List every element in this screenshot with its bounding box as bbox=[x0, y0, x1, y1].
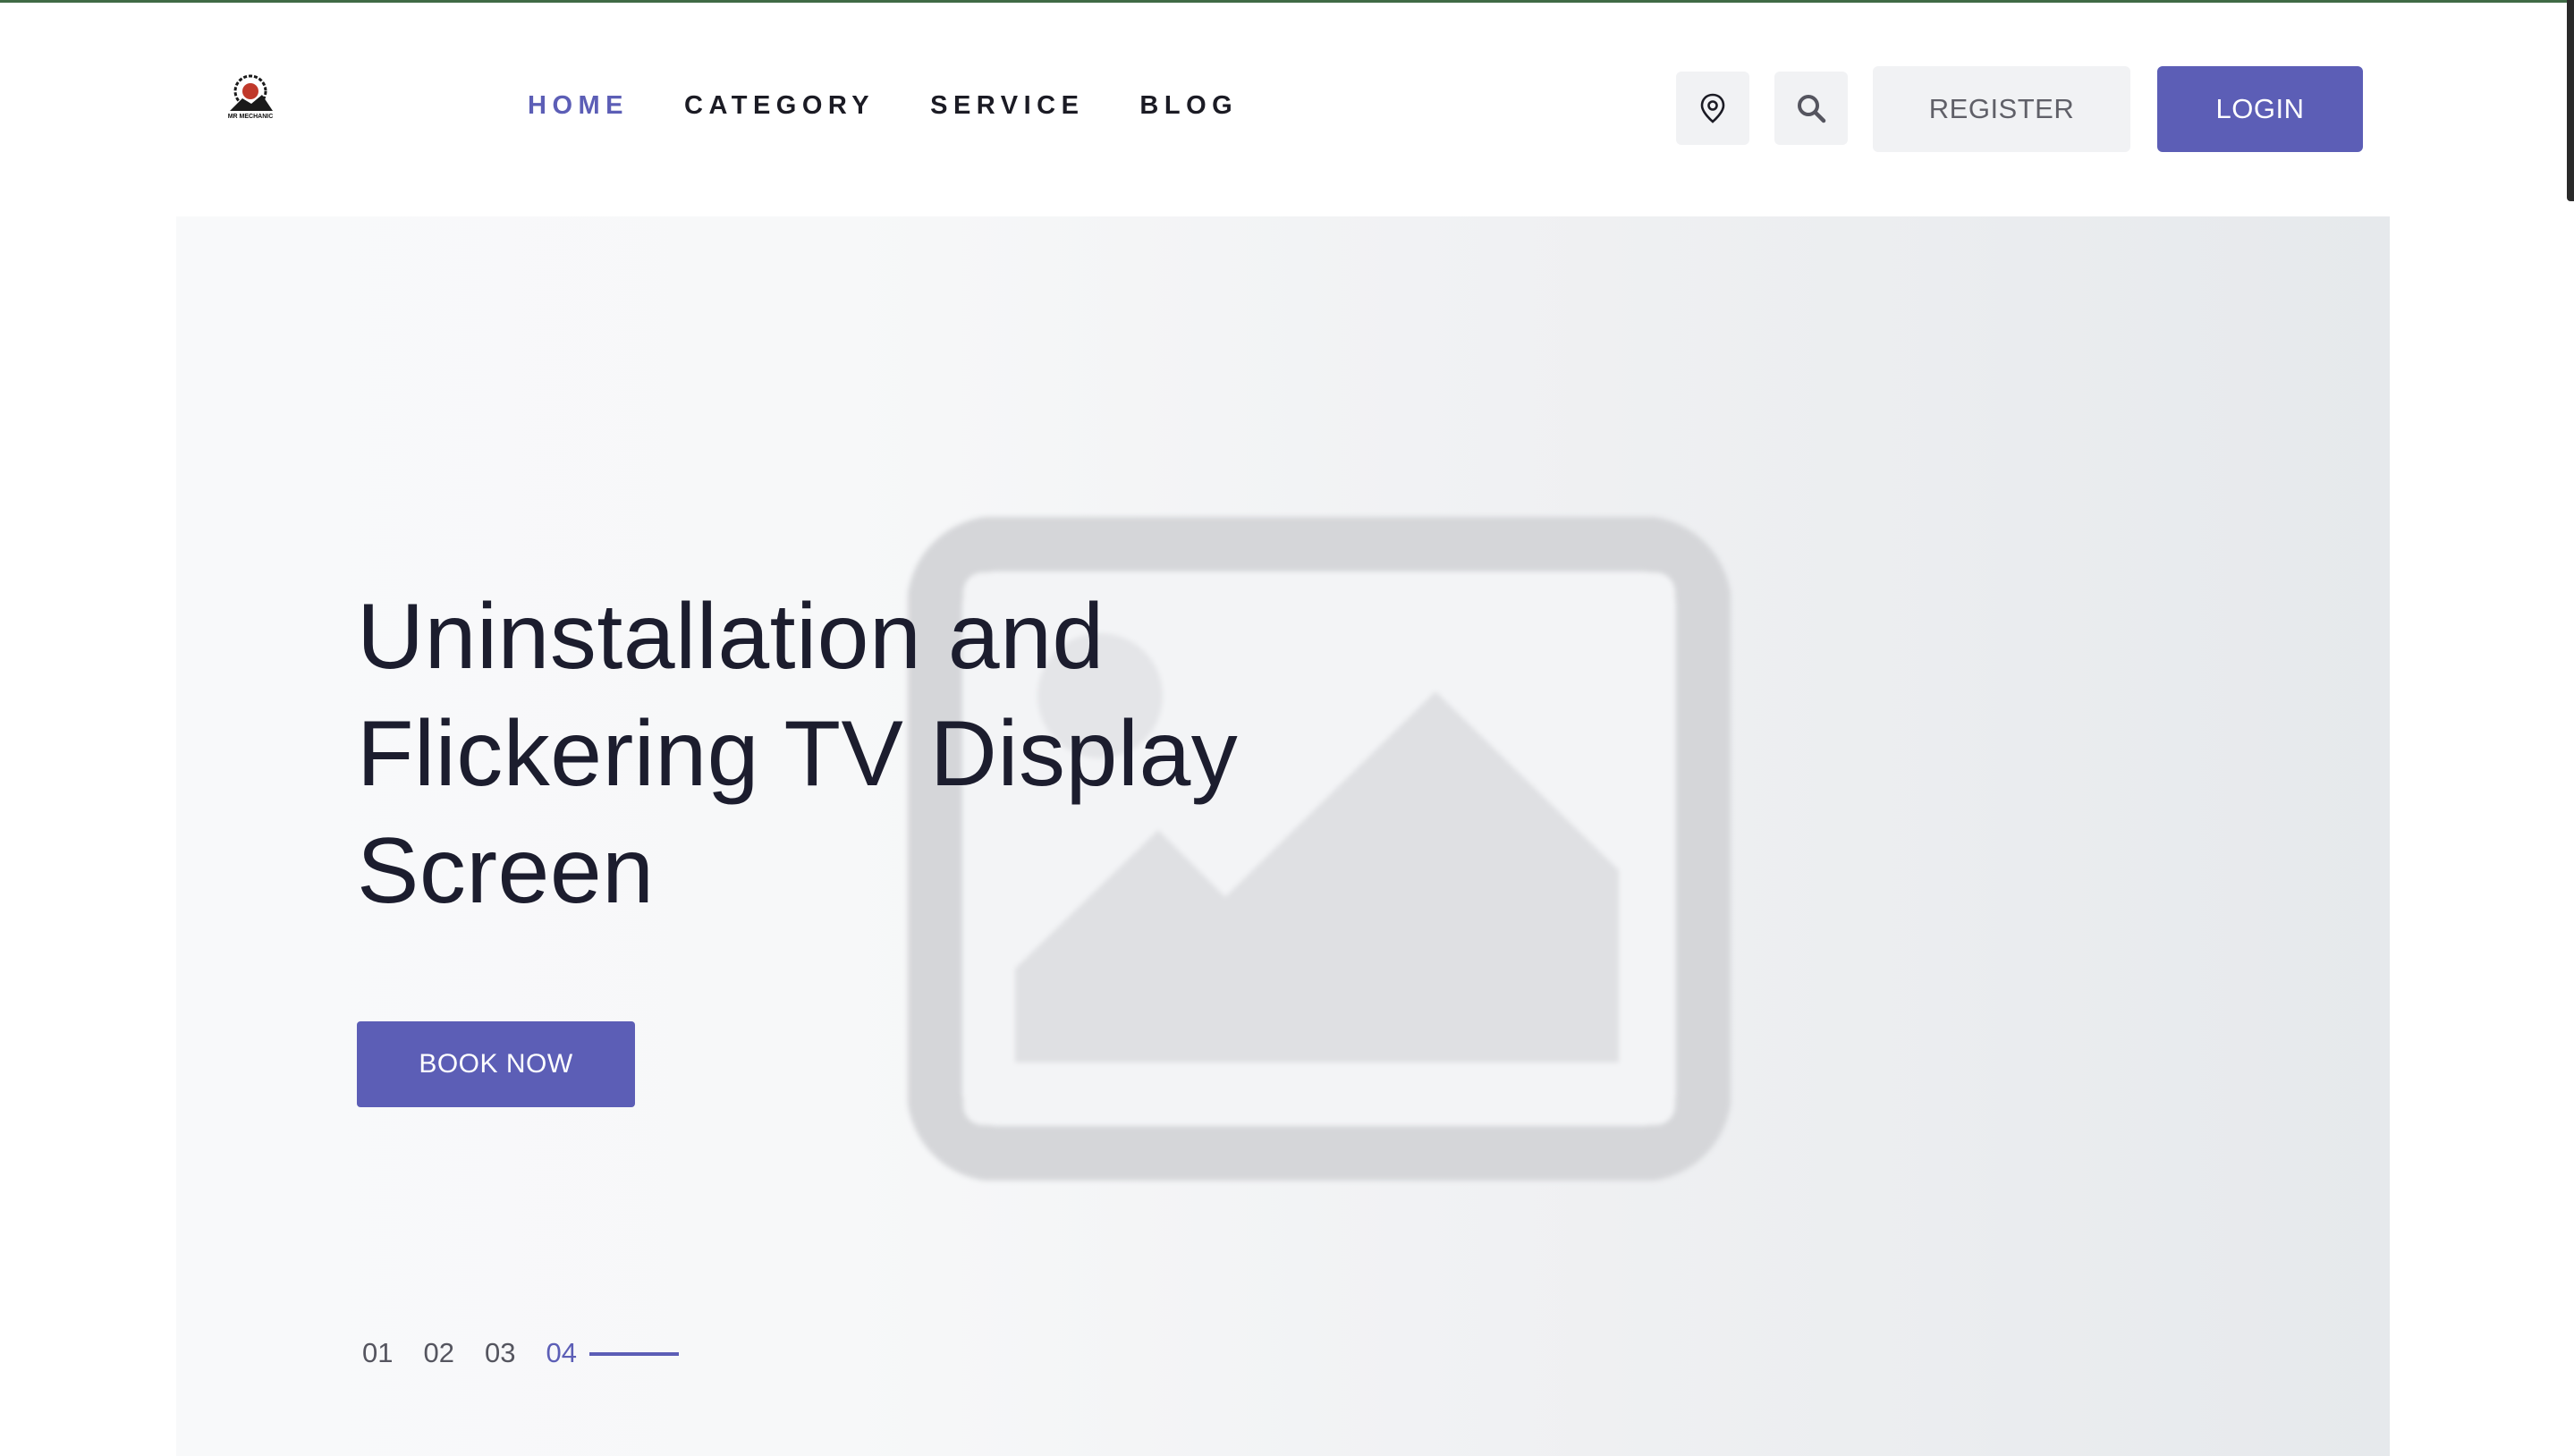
main-nav: HOME CATEGORY SERVICE BLOG bbox=[528, 91, 1293, 121]
slide-indicator-04[interactable]: 04 bbox=[546, 1337, 576, 1369]
hero-title-line-2: Flickering TV Display bbox=[357, 702, 1239, 806]
brand-logo[interactable]: MR MECHANIC bbox=[219, 72, 282, 122]
book-now-button[interactable]: BOOK NOW bbox=[357, 1021, 635, 1107]
location-pin-icon bbox=[1700, 93, 1725, 123]
slide-indicator-01[interactable]: 01 bbox=[362, 1337, 393, 1369]
search-icon bbox=[1798, 95, 1826, 123]
nav-item-home[interactable]: HOME bbox=[528, 91, 629, 121]
slide-indicator-02[interactable]: 02 bbox=[423, 1337, 453, 1369]
hero-title: Uninstallation and Flickering TV Display… bbox=[357, 579, 1520, 930]
logo-text: MR MECHANIC bbox=[228, 114, 274, 120]
active-slide-underline bbox=[588, 1352, 679, 1356]
slide-indicator-03[interactable]: 03 bbox=[485, 1337, 515, 1369]
hero-slider: Uninstallation and Flickering TV Display… bbox=[176, 216, 2390, 1456]
page-scrollbar[interactable] bbox=[2567, 0, 2574, 201]
register-button[interactable]: REGISTER bbox=[1873, 66, 2130, 152]
nav-item-category[interactable]: CATEGORY bbox=[684, 91, 875, 121]
slide-pager: 01 02 03 04 bbox=[362, 1337, 679, 1369]
nav-item-blog[interactable]: BLOG bbox=[1139, 91, 1238, 121]
mr-mechanic-logo-icon: MR MECHANIC bbox=[223, 74, 278, 120]
hero-title-line-1: Uninstallation and bbox=[357, 585, 1105, 689]
search-button[interactable] bbox=[1774, 72, 1848, 145]
hero-title-line-3: Screen bbox=[357, 819, 655, 923]
site-header: MR MECHANIC HOME CATEGORY SERVICE BLOG R… bbox=[0, 0, 2574, 215]
location-button[interactable] bbox=[1676, 72, 1749, 145]
nav-item-service[interactable]: SERVICE bbox=[930, 91, 1084, 121]
login-button[interactable]: LOGIN bbox=[2157, 66, 2363, 152]
